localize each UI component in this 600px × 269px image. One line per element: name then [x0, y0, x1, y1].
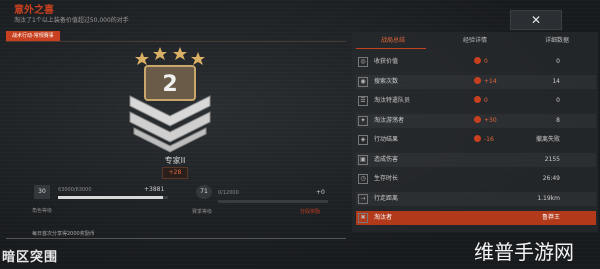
rank-bonus: +28	[162, 167, 188, 179]
stat-row: ◎ 收获价值 0 0	[356, 55, 596, 69]
stat-label: 淘汰游荡者	[374, 116, 405, 124]
tab-exp-details[interactable]: 经验详情	[434, 34, 516, 48]
tab-summary[interactable]: 战局总结	[352, 34, 434, 48]
stat-label: 造成伤害	[374, 155, 399, 163]
stat-icon: ✖	[358, 213, 368, 223]
season-reward-link[interactable]: 分段奖励	[300, 208, 320, 215]
stat-icon: ☰	[358, 96, 368, 106]
stat-row: ⇢ 行走距离 1.19km	[356, 191, 596, 206]
stat-value: 0	[556, 58, 560, 65]
stat-value: 鲁莽王	[541, 214, 560, 221]
stat-icon: ⇢	[358, 193, 368, 204]
tab-detailed-data[interactable]: 详细数据	[516, 34, 598, 48]
stat-exp: +30	[474, 114, 497, 128]
close-icon: ✕	[530, 13, 542, 27]
stat-label: 收获价值	[374, 58, 399, 65]
stat-value: 26:49	[542, 175, 560, 182]
stat-exp-value: -16	[484, 136, 494, 143]
stat-exp: 0	[474, 94, 488, 108]
stat-value: 14	[552, 77, 560, 85]
stat-row: ☰ 淘汰特遣队员 0 0	[356, 94, 596, 108]
page-title: 意外之喜	[14, 5, 54, 16]
stat-label: 行走距离	[374, 194, 399, 202]
character-exp-bar	[58, 196, 168, 199]
stat-exp-value: +30	[484, 116, 497, 124]
stat-label: 搜索次数	[374, 77, 399, 85]
stat-exp: -16	[474, 133, 494, 147]
rank-name: 专家II	[164, 156, 186, 165]
rank-emblem: 2	[129, 47, 211, 153]
divider	[6, 41, 346, 42]
stat-exp-value: 0	[484, 58, 488, 65]
close-button[interactable]: ✕	[510, 10, 562, 30]
stat-icon: ✦	[358, 115, 368, 126]
character-exp-fill	[58, 196, 163, 199]
stat-exp-value: 0	[484, 97, 488, 104]
stat-exp: +14	[474, 75, 497, 89]
stat-value: 2155	[544, 155, 560, 163]
exp-icon	[474, 57, 481, 64]
character-level-label: 角色等级	[32, 208, 53, 214]
stat-row: ◉ 搜索次数 +14 14	[356, 74, 596, 89]
exp-icon	[474, 96, 481, 103]
season-exp: 0/12000	[218, 190, 239, 196]
season-level-label: 赛季等级	[192, 209, 213, 215]
stat-value: 8	[556, 116, 560, 124]
stats-tabs: 战局总结 经验详情 详细数据	[352, 34, 598, 48]
stat-icon: ▣	[358, 154, 368, 165]
character-exp-gain: +3881	[144, 186, 165, 193]
stat-icon: ◈	[358, 135, 368, 145]
exp-icon	[474, 76, 481, 84]
stat-exp: 0	[474, 55, 488, 69]
stat-row: ◷ 生存时长 26:49	[356, 172, 596, 186]
game-logo: 暗区突围	[2, 250, 59, 265]
page-subtitle: 淘汰了1个以上装备价值超过50,000的对手	[14, 17, 129, 24]
share-reward-text: 每日首次分享得2000奖励币	[32, 231, 95, 237]
star-icon	[135, 47, 205, 65]
active-tab-indicator	[356, 48, 426, 49]
stat-label: 淘汰者	[374, 214, 393, 221]
stat-icon: ◷	[358, 174, 368, 184]
season-exp-bar	[218, 200, 328, 203]
stat-value: 1.19km	[537, 194, 560, 202]
season-exp-gain: +0	[316, 189, 325, 196]
stat-icon: ◉	[358, 76, 368, 87]
watermark: 维普手游网	[474, 240, 574, 264]
stat-exp-value: +14	[484, 77, 497, 85]
stat-label: 生存时长	[374, 175, 399, 182]
exp-icon	[474, 135, 481, 142]
stat-label: 淘汰特遣队员	[374, 97, 411, 104]
character-level: 30	[34, 185, 50, 199]
stat-row: ▣ 造成伤害 2155	[356, 152, 596, 167]
rank-number: 2	[162, 72, 177, 97]
mode-tag: 战术行动-常规赛事	[6, 31, 60, 41]
character-exp: 63000/63000	[58, 187, 92, 193]
stat-row: ✖ 淘汰者 鲁莽王	[356, 211, 596, 225]
stat-value: 0	[556, 97, 560, 104]
season-level: 71	[196, 185, 212, 199]
stat-value: 撤离失败	[535, 136, 560, 143]
stat-label: 行动结果	[374, 136, 399, 143]
stat-icon: ◎	[358, 57, 368, 67]
stat-row: ✦ 淘汰游荡者 +30 8	[356, 113, 596, 128]
stat-row: ◈ 行动结果 -16 撤离失败	[356, 133, 596, 147]
exp-icon	[474, 115, 481, 123]
divider	[6, 238, 346, 239]
